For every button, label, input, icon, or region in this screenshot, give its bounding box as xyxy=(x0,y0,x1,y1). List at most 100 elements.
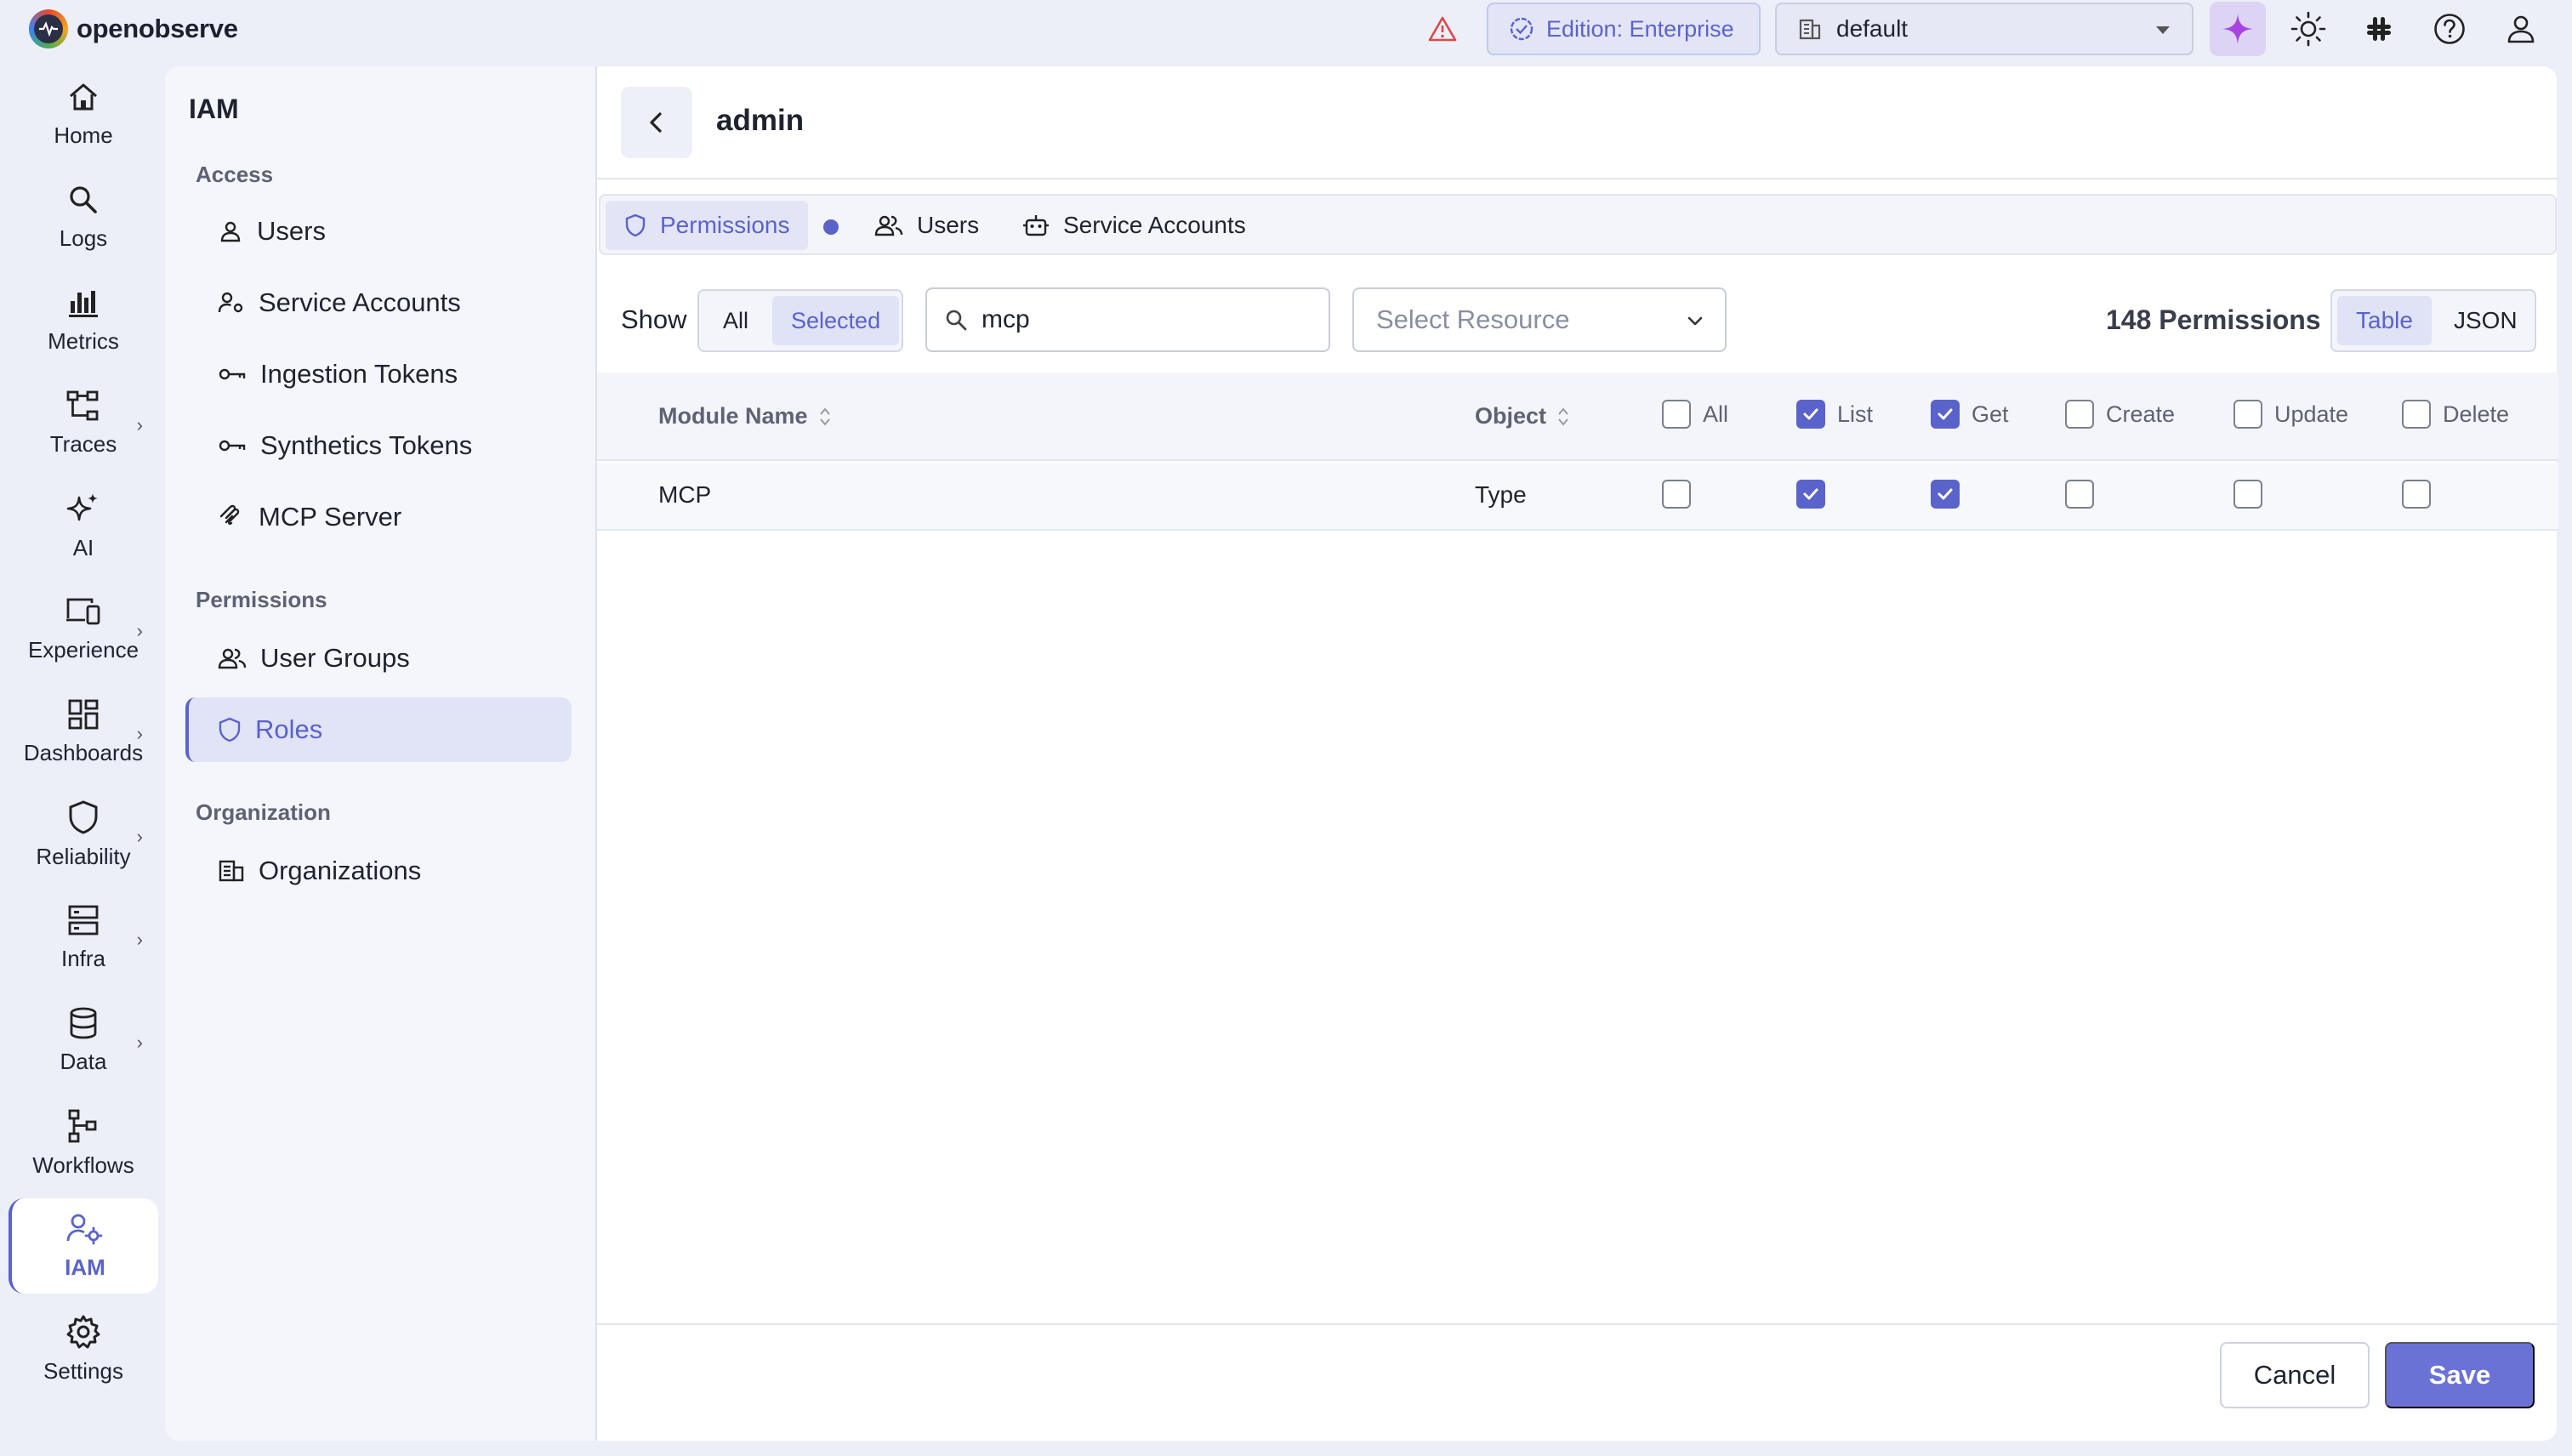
unsaved-changes-dot xyxy=(823,219,839,235)
ai-assistant-button[interactable] xyxy=(2210,2,2266,56)
iam-item-ingestion-tokens[interactable]: Ingestion Tokens xyxy=(185,342,572,407)
nav-traces[interactable]: Traces › xyxy=(9,375,158,470)
organization-select[interactable]: default xyxy=(1775,3,2194,55)
iam-item-roles[interactable]: Roles xyxy=(185,697,572,762)
iam-item-label: Roles xyxy=(255,714,323,744)
nav-label: Reliability xyxy=(36,843,131,869)
key-icon xyxy=(218,364,247,384)
chevron-left-icon xyxy=(646,109,667,136)
nav-settings[interactable]: Settings xyxy=(9,1301,158,1396)
nav-reliability[interactable]: Reliability › xyxy=(9,787,158,882)
nav-metrics[interactable]: Metrics xyxy=(9,272,158,367)
nav-label: IAM xyxy=(65,1254,105,1280)
slack-icon[interactable] xyxy=(2360,10,2398,48)
col-object-label: Object xyxy=(1475,403,1547,429)
row-update-checkbox[interactable] xyxy=(2233,480,2262,509)
sparkle-icon xyxy=(2221,12,2255,46)
cell-object: Type xyxy=(1475,481,1527,508)
view-table-option[interactable]: Table xyxy=(2337,296,2432,345)
col-module-label: Module Name xyxy=(658,403,808,429)
col-object[interactable]: Object xyxy=(1475,403,1570,429)
chevron-right-icon: › xyxy=(136,1032,143,1053)
row-get-checkbox[interactable] xyxy=(1931,480,1960,509)
search-input[interactable] xyxy=(982,305,1305,334)
permission-search xyxy=(925,287,1330,352)
nav-data[interactable]: Data › xyxy=(9,992,158,1088)
nav-label: Settings xyxy=(43,1357,123,1384)
tab-permissions[interactable]: Permissions xyxy=(606,201,809,250)
shield-icon xyxy=(218,717,242,742)
view-mode-toggle: Table JSON xyxy=(2330,289,2536,352)
nav-iam[interactable]: IAM xyxy=(9,1198,158,1294)
nav-label: Infra xyxy=(60,945,106,971)
col-get: Get xyxy=(1931,400,2009,429)
tab-users[interactable]: Users xyxy=(856,201,998,250)
show-selected-option[interactable]: Selected xyxy=(772,296,900,345)
section-organization: Organization xyxy=(196,799,331,825)
iam-item-label: User Groups xyxy=(260,643,410,673)
header-all-checkbox[interactable] xyxy=(1662,400,1691,429)
iam-item-user-groups[interactable]: User Groups xyxy=(185,626,572,691)
warning-icon[interactable] xyxy=(1425,12,1460,46)
show-all-option[interactable]: All xyxy=(704,296,767,345)
nav-experience[interactable]: Experience › xyxy=(9,581,158,676)
app-name: openobserve xyxy=(77,14,238,43)
cancel-button[interactable]: Cancel xyxy=(2220,1342,2370,1408)
footer-divider xyxy=(597,1323,2558,1325)
row-all-checkbox[interactable] xyxy=(1662,480,1691,509)
user-profile-icon[interactable] xyxy=(2502,10,2540,48)
iam-item-label: Synthetics Tokens xyxy=(260,430,473,460)
nav-workflows[interactable]: Workflows xyxy=(9,1095,158,1191)
theme-toggle-sun-icon[interactable] xyxy=(2290,10,2327,48)
save-button[interactable]: Save xyxy=(2385,1342,2535,1408)
app-logo[interactable]: openobserve xyxy=(29,9,238,49)
header-update-checkbox[interactable] xyxy=(2233,400,2262,429)
header-delete-checkbox[interactable] xyxy=(2402,400,2431,429)
nav-label: AI xyxy=(72,534,94,560)
nav-home[interactable]: Home xyxy=(9,66,158,162)
col-module-name[interactable]: Module Name xyxy=(658,403,832,429)
header-get-checkbox[interactable] xyxy=(1931,400,1960,429)
row-list-checkbox[interactable] xyxy=(1796,480,1825,509)
search-icon xyxy=(944,308,968,332)
nav-label: Data xyxy=(60,1048,107,1074)
nav-label: Dashboards xyxy=(23,739,144,765)
nav-dashboards[interactable]: Dashboards › xyxy=(9,684,158,779)
header-create-checkbox[interactable] xyxy=(2065,400,2094,429)
col-create-label: Create xyxy=(2106,401,2176,427)
nav-logs[interactable]: Logs xyxy=(9,169,158,264)
iam-title: IAM xyxy=(189,94,239,124)
nav-infra[interactable]: Infra › xyxy=(9,890,158,985)
iam-item-synthetics-tokens[interactable]: Synthetics Tokens xyxy=(185,413,572,478)
iam-item-users[interactable]: Users xyxy=(185,199,572,264)
user-icon xyxy=(218,219,243,244)
chevron-right-icon: › xyxy=(136,723,143,744)
resource-placeholder: Select Resource xyxy=(1376,304,1570,334)
row-create-checkbox[interactable] xyxy=(2065,480,2094,509)
col-get-label: Get xyxy=(1972,401,2009,427)
back-button[interactable] xyxy=(621,87,692,158)
show-filter-toggle: All Selected xyxy=(697,289,903,352)
iam-item-mcp-server[interactable]: MCP Server xyxy=(185,485,572,549)
show-label: Show xyxy=(621,304,687,334)
iam-item-service-accounts[interactable]: Service Accounts xyxy=(185,270,572,335)
shield-icon xyxy=(66,799,100,835)
iam-item-label: MCP Server xyxy=(259,502,402,532)
help-icon[interactable] xyxy=(2431,10,2468,48)
table-row: MCP Type xyxy=(597,463,2558,531)
chevron-right-icon: › xyxy=(136,414,143,435)
nav-ai[interactable]: AI xyxy=(9,478,158,573)
section-access: Access xyxy=(196,162,274,187)
nav-label: Experience xyxy=(27,636,139,663)
resource-select[interactable]: Select Resource xyxy=(1352,287,1727,352)
sort-icon xyxy=(1556,405,1570,429)
view-json-option[interactable]: JSON xyxy=(2435,296,2536,345)
traces-icon xyxy=(65,389,101,423)
tab-service-accounts[interactable]: Service Accounts xyxy=(1004,201,1265,250)
permissions-table-header: Module Name Object All List Get Create U… xyxy=(597,373,2558,461)
row-delete-checkbox[interactable] xyxy=(2402,480,2431,509)
edition-badge[interactable]: Edition: Enterprise xyxy=(1487,3,1761,55)
iam-item-organizations[interactable]: Organizations xyxy=(185,839,572,903)
header-list-checkbox[interactable] xyxy=(1796,400,1825,429)
iam-item-label: Organizations xyxy=(259,856,422,885)
